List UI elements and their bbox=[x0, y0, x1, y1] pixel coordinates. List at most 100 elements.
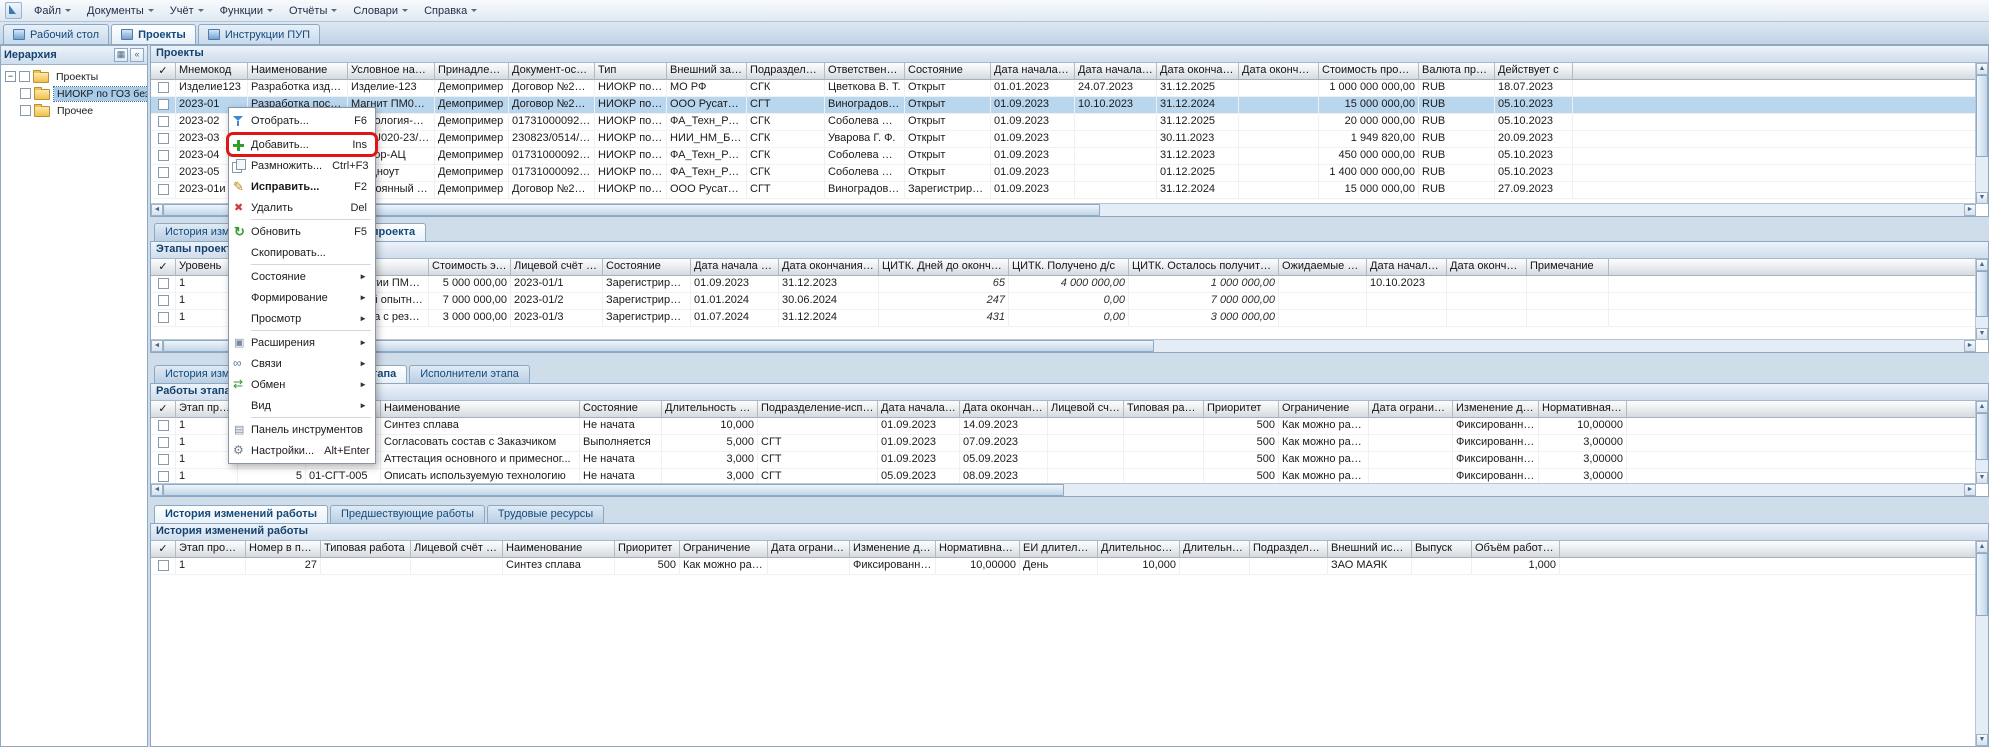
column-header[interactable]: Примечание bbox=[1527, 259, 1609, 276]
column-header[interactable]: ЕИ длительности bbox=[1020, 541, 1098, 558]
column-header[interactable]: ✓ bbox=[151, 63, 176, 80]
column-header[interactable]: Действует с bbox=[1495, 63, 1573, 80]
horizontal-scrollbar[interactable] bbox=[151, 483, 1976, 496]
tree-item[interactable]: НИОКР по ГОЗ без НДС bbox=[1, 85, 147, 102]
table-row[interactable]: 2023-01иПостоянный маг...ДемопримерДогов… bbox=[151, 182, 1976, 199]
vertical-scrollbar[interactable] bbox=[1975, 401, 1988, 484]
table-row[interactable]: 127Синтез сплаваНе начата10,00001.09.202… bbox=[151, 418, 1976, 435]
row-checkbox[interactable] bbox=[158, 471, 169, 482]
scroll-up-button[interactable] bbox=[1976, 541, 1988, 553]
menu-item[interactable]: Отобрать...F6 bbox=[231, 110, 373, 131]
column-header[interactable]: Мнемокод bbox=[176, 63, 248, 80]
column-header[interactable]: Дата начала план bbox=[691, 259, 779, 276]
row-checkbox[interactable] bbox=[158, 150, 169, 161]
column-header[interactable]: Типовая работа bbox=[1124, 401, 1204, 418]
menubar-item[interactable]: Учёт bbox=[162, 3, 212, 19]
column-header[interactable]: Выпуск bbox=[1412, 541, 1472, 558]
row-checkbox[interactable] bbox=[158, 312, 169, 323]
menubar-item[interactable]: Отчёты bbox=[281, 3, 345, 19]
column-header[interactable]: Этап проекта bbox=[176, 541, 246, 558]
section-tab[interactable]: Трудовые ресурсы bbox=[487, 505, 604, 523]
column-header[interactable]: ✓ bbox=[151, 541, 176, 558]
column-header[interactable]: Валюта проекта bbox=[1419, 63, 1495, 80]
column-header[interactable]: Длительность план▼ bbox=[662, 401, 758, 418]
horizontal-scrollbar[interactable] bbox=[151, 339, 1976, 352]
scroll-down-button[interactable] bbox=[1976, 734, 1988, 746]
column-header[interactable]: Длительность пла bbox=[1098, 541, 1180, 558]
column-header[interactable]: Дата окончания план bbox=[779, 259, 879, 276]
row-checkbox[interactable] bbox=[158, 184, 169, 195]
window-tab[interactable]: Проекты bbox=[111, 24, 196, 44]
section-tab[interactable]: Исполнители этапа bbox=[409, 365, 530, 383]
menubar-item[interactable]: Справка bbox=[416, 3, 485, 19]
menu-item[interactable]: Расширения► bbox=[231, 332, 373, 353]
window-tab[interactable]: Рабочий стол bbox=[3, 24, 109, 44]
column-header[interactable]: Наименование bbox=[381, 401, 580, 418]
column-header[interactable]: Нормативная длит bbox=[1539, 401, 1627, 418]
column-header[interactable]: Дата начала план bbox=[878, 401, 960, 418]
collapse-icon[interactable]: « bbox=[130, 48, 144, 62]
menu-item[interactable]: Исправить...F2 bbox=[231, 176, 373, 197]
tree-item[interactable]: Прочее bbox=[1, 102, 147, 119]
column-header[interactable]: Подразделение-ответственный bbox=[747, 63, 825, 80]
scroll-down-button[interactable] bbox=[1976, 328, 1988, 340]
column-header[interactable]: Лицевой счёт затр bbox=[411, 541, 503, 558]
tree-checkbox[interactable] bbox=[20, 105, 31, 116]
menu-item[interactable]: Формирование► bbox=[231, 287, 373, 308]
table-row[interactable]: 127Синтез сплава500Как можно ран...Фикси… bbox=[151, 558, 1976, 575]
scroll-thumb[interactable] bbox=[1976, 553, 1988, 616]
column-header[interactable]: Объём работы пл bbox=[1472, 541, 1560, 558]
menu-item[interactable]: Добавить...Ins bbox=[231, 134, 373, 155]
section-tab[interactable]: Предшествующие работы bbox=[330, 505, 485, 523]
column-header[interactable]: Подразделение-ис bbox=[1250, 541, 1328, 558]
scroll-left-button[interactable] bbox=[151, 204, 163, 216]
column-header[interactable]: Лицевой счёт затрат. bbox=[511, 259, 603, 276]
column-header[interactable]: Ограничение bbox=[1279, 401, 1369, 418]
column-header[interactable]: Дата начала факт bbox=[1367, 259, 1447, 276]
grid-icon[interactable]: ▦ bbox=[114, 48, 128, 62]
row-checkbox[interactable] bbox=[158, 116, 169, 127]
table-row[interactable]: 2023-01Разработка постоянных магнитовМаг… bbox=[151, 97, 1976, 114]
menu-item[interactable]: Просмотр► bbox=[231, 308, 373, 329]
column-header[interactable]: ✓ bbox=[151, 259, 176, 276]
vertical-scrollbar[interactable] bbox=[1975, 63, 1988, 204]
menu-item[interactable]: Состояние► bbox=[231, 266, 373, 287]
menubar-item[interactable]: Файл bbox=[26, 3, 79, 19]
column-header[interactable]: ЦИТК. Дней до окончания bbox=[879, 259, 1009, 276]
row-checkbox[interactable] bbox=[158, 278, 169, 289]
column-header[interactable]: Ограничение bbox=[680, 541, 768, 558]
column-header[interactable]: Тип bbox=[595, 63, 667, 80]
table-row[interactable]: 2023-03905-U020-23/269Демопример230823/0… bbox=[151, 131, 1976, 148]
column-header[interactable]: Наименование bbox=[503, 541, 615, 558]
row-checkbox[interactable] bbox=[158, 99, 169, 110]
column-header[interactable]: Внешний исполни bbox=[1328, 541, 1412, 558]
column-header[interactable]: Ожидаемые резул bbox=[1279, 259, 1367, 276]
column-header[interactable]: Ответственный bbox=[825, 63, 905, 80]
scroll-right-button[interactable] bbox=[1964, 204, 1976, 216]
column-header[interactable]: Изменение длител bbox=[1453, 401, 1539, 418]
tree-item[interactable]: −Проекты bbox=[1, 68, 147, 85]
menu-item[interactable]: Обмен► bbox=[231, 374, 373, 395]
menu-item[interactable]: Размножить...Ctrl+F3 bbox=[231, 155, 373, 176]
menu-item[interactable]: Настройки...Alt+Enter bbox=[231, 440, 373, 461]
column-header[interactable]: Состояние bbox=[905, 63, 991, 80]
column-header[interactable]: Номер в проекте bbox=[246, 541, 321, 558]
column-header[interactable]: Лицевой счёт затр bbox=[1048, 401, 1124, 418]
column-header[interactable]: Дата окончания план bbox=[960, 401, 1048, 418]
row-checkbox[interactable] bbox=[158, 560, 169, 571]
scroll-thumb[interactable] bbox=[163, 484, 1064, 496]
table-row[interactable]: 1101-СГТ-001Согласовать состав с Заказчи… bbox=[151, 435, 1976, 452]
column-header[interactable]: Приоритет bbox=[1204, 401, 1279, 418]
menu-item[interactable]: Вид► bbox=[231, 395, 373, 416]
expander-icon[interactable]: − bbox=[5, 71, 16, 82]
column-header[interactable]: Состояние bbox=[603, 259, 691, 276]
table-row[interactable]: 2023-02Технология-ЭМСДемопример017310000… bbox=[151, 114, 1976, 131]
menu-item[interactable]: Связи► bbox=[231, 353, 373, 374]
row-checkbox[interactable] bbox=[158, 420, 169, 431]
table-row[interactable]: 1Изготовление опытной партии ПМ085-015 0… bbox=[151, 276, 1976, 293]
tree-checkbox[interactable] bbox=[20, 88, 31, 99]
scroll-down-button[interactable] bbox=[1976, 472, 1988, 484]
table-row[interactable]: 2023-04Вектор-АЦДемопример017310000922..… bbox=[151, 148, 1976, 165]
menu-item[interactable]: Скопировать... bbox=[231, 242, 373, 263]
column-header[interactable]: Дата окончания ф bbox=[1447, 259, 1527, 276]
